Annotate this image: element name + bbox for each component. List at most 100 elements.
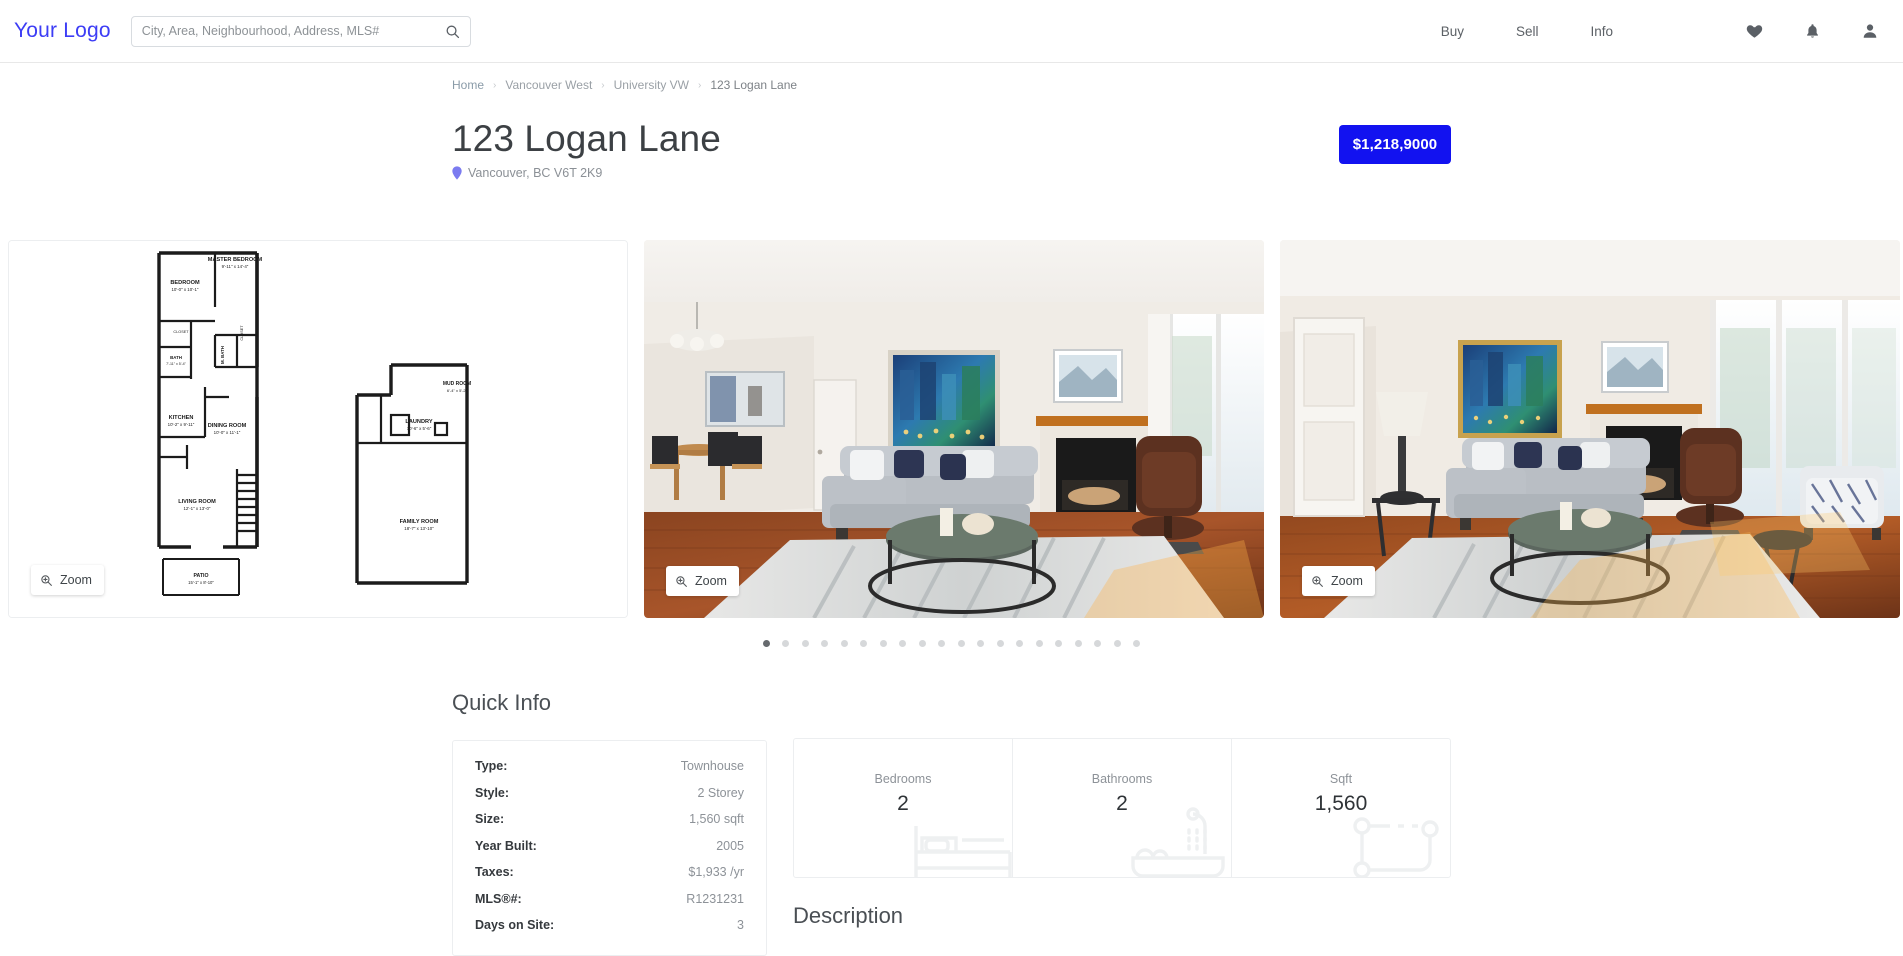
search-input[interactable]	[131, 24, 436, 38]
page-title: 123 Logan Lane	[452, 118, 721, 159]
svg-text:6'-4" x 5'-2": 6'-4" x 5'-2"	[447, 388, 468, 393]
quick-info-value: 2005	[716, 838, 744, 853]
carousel-dot[interactable]	[918, 640, 926, 647]
nav-item-sell[interactable]: Sell	[1516, 24, 1539, 39]
heart-icon	[1746, 25, 1763, 38]
quick-info-row: Style: 2 Storey	[475, 786, 744, 800]
breadcrumb-separator: ›	[697, 79, 702, 91]
svg-text:10'-0" x 11'-1": 10'-0" x 11'-1"	[214, 430, 241, 435]
breadcrumb-item-current: 123 Logan Lane	[710, 78, 798, 92]
carousel-dot[interactable]	[860, 640, 868, 647]
nav-item-buy[interactable]: Buy	[1441, 24, 1464, 39]
nav-item-info[interactable]: Info	[1590, 24, 1613, 39]
quick-info-heading: Quick Info	[452, 690, 552, 715]
zoom-button-living-room-wide[interactable]: Zoom	[1302, 566, 1375, 596]
account-button[interactable]	[1861, 22, 1879, 40]
site-header: Your Logo Buy Sell Info	[0, 0, 1903, 63]
breadcrumb-item-university-vw[interactable]: University VW	[614, 78, 689, 92]
magnifier-plus-icon	[675, 575, 688, 588]
site-logo[interactable]: Your Logo	[14, 19, 111, 43]
svg-text:M. BATH: M. BATH	[220, 346, 225, 364]
svg-text:KITCHEN: KITCHEN	[169, 415, 194, 421]
stat-value: 2	[1116, 792, 1128, 815]
carousel-dot[interactable]	[899, 640, 907, 647]
quick-info-value: 1,560 sqft	[689, 812, 744, 826]
svg-text:PATIO: PATIO	[193, 573, 208, 579]
quick-info-value: R1231231	[686, 891, 744, 906]
floorplan-icon	[1346, 806, 1450, 877]
quick-info-row: Year Built: 2005	[475, 839, 744, 853]
carousel-dot[interactable]	[1074, 640, 1082, 647]
notifications-button[interactable]	[1804, 22, 1821, 40]
zoom-label: Zoom	[60, 573, 92, 587]
stat-sqft: Sqft 1,560	[1232, 739, 1450, 877]
magnifier-plus-icon	[40, 574, 53, 587]
svg-text:BATH: BATH	[170, 355, 182, 360]
stat-bedrooms: Bedrooms 2	[794, 739, 1013, 877]
quick-info-key: Style:	[475, 785, 510, 800]
carousel-dot[interactable]	[1055, 640, 1063, 647]
carousel-dot[interactable]	[801, 640, 809, 647]
stat-bathrooms: Bathrooms 2	[1013, 739, 1232, 877]
breadcrumb-item-home[interactable]: Home	[452, 78, 484, 92]
svg-text:12'-1" x 13'-0": 12'-1" x 13'-0"	[183, 506, 210, 511]
breadcrumb-separator: ›	[493, 79, 497, 91]
quick-info-row: MLS®#: R1231231	[475, 892, 744, 906]
header-icon-group	[1705, 22, 1879, 40]
breadcrumb-item-vancouver-west[interactable]: Vancouver West	[505, 78, 592, 92]
carousel-dot[interactable]	[782, 640, 790, 647]
bell-icon	[1807, 24, 1818, 38]
account-icon	[1863, 24, 1877, 38]
stat-value: 2	[897, 792, 909, 815]
description-heading: Description	[793, 903, 904, 928]
living-room-photo	[644, 240, 1264, 618]
carousel-dot[interactable]	[1133, 640, 1141, 647]
carousel-dot[interactable]	[957, 640, 965, 647]
quick-info-key: Taxes:	[475, 865, 514, 879]
zoom-button-floorplan[interactable]: Zoom	[31, 565, 104, 595]
quick-info-row: Size: 1,560 sqft	[475, 812, 744, 826]
bathtub-icon	[1119, 804, 1231, 877]
svg-text:LAUNDRY: LAUNDRY	[405, 419, 432, 425]
carousel-dot[interactable]	[1016, 640, 1024, 647]
quick-info-value: Townhouse	[680, 759, 744, 773]
quick-info-row: Days on Site: 3	[475, 918, 744, 932]
gallery-slide-living-room[interactable]: Zoom	[644, 240, 1264, 618]
svg-text:15'-1" x 8'-10": 15'-1" x 8'-10"	[188, 580, 214, 585]
listing-header: 123 Logan Lane Vancouver, BC V6T 2K9	[452, 118, 1452, 180]
search-button[interactable]	[436, 17, 470, 46]
svg-text:BEDROOM: BEDROOM	[170, 280, 200, 286]
quick-info-row: Taxes: $1,933 /yr	[475, 865, 744, 879]
carousel-dot[interactable]	[821, 640, 829, 647]
svg-text:7'-11" x 5'-4": 7'-11" x 5'-4"	[166, 362, 187, 366]
main-navigation: Buy Sell Info	[1441, 22, 1903, 40]
carousel-dot[interactable]	[977, 640, 985, 647]
carousel-dot[interactable]	[762, 640, 770, 647]
search-bar[interactable]	[130, 15, 471, 47]
carousel-dot[interactable]	[1113, 640, 1121, 647]
quick-info-key: MLS®#:	[475, 891, 522, 906]
quick-info-key: Type:	[475, 759, 508, 773]
svg-text:9'-11" x 14'-4": 9'-11" x 14'-4"	[222, 264, 249, 269]
carousel-dot[interactable]	[879, 640, 887, 647]
price-badge[interactable]: $1,218,9000	[1339, 125, 1451, 164]
carousel-dot[interactable]	[938, 640, 946, 647]
living-room-photo-wide	[1280, 240, 1900, 618]
gallery-slide-living-room-wide[interactable]: Zoom	[1280, 240, 1900, 618]
carousel-dot[interactable]	[840, 640, 848, 647]
stat-value: 1,560	[1314, 792, 1368, 815]
floorplan-image: MASTER BEDROOM 9'-11" x 14'-4" BEDROOM 1…	[9, 241, 627, 617]
svg-text:CLOSET: CLOSET	[240, 325, 244, 341]
quick-info-value: 2 Storey	[697, 785, 744, 800]
zoom-button-living-room[interactable]: Zoom	[666, 566, 739, 596]
carousel-dots	[0, 640, 1903, 647]
gallery-slide-floorplan[interactable]: MASTER BEDROOM 9'-11" x 14'-4" BEDROOM 1…	[8, 240, 628, 618]
svg-text:MASTER BEDROOM: MASTER BEDROOM	[208, 257, 263, 263]
svg-text:FAMILY ROOM: FAMILY ROOM	[400, 519, 439, 525]
carousel-dot[interactable]	[1035, 640, 1043, 647]
quick-info-key: Days on Site:	[475, 918, 555, 932]
svg-text:DINING ROOM: DINING ROOM	[208, 423, 247, 429]
carousel-dot[interactable]	[1094, 640, 1102, 647]
carousel-dot[interactable]	[996, 640, 1004, 647]
favorites-button[interactable]	[1745, 22, 1764, 40]
